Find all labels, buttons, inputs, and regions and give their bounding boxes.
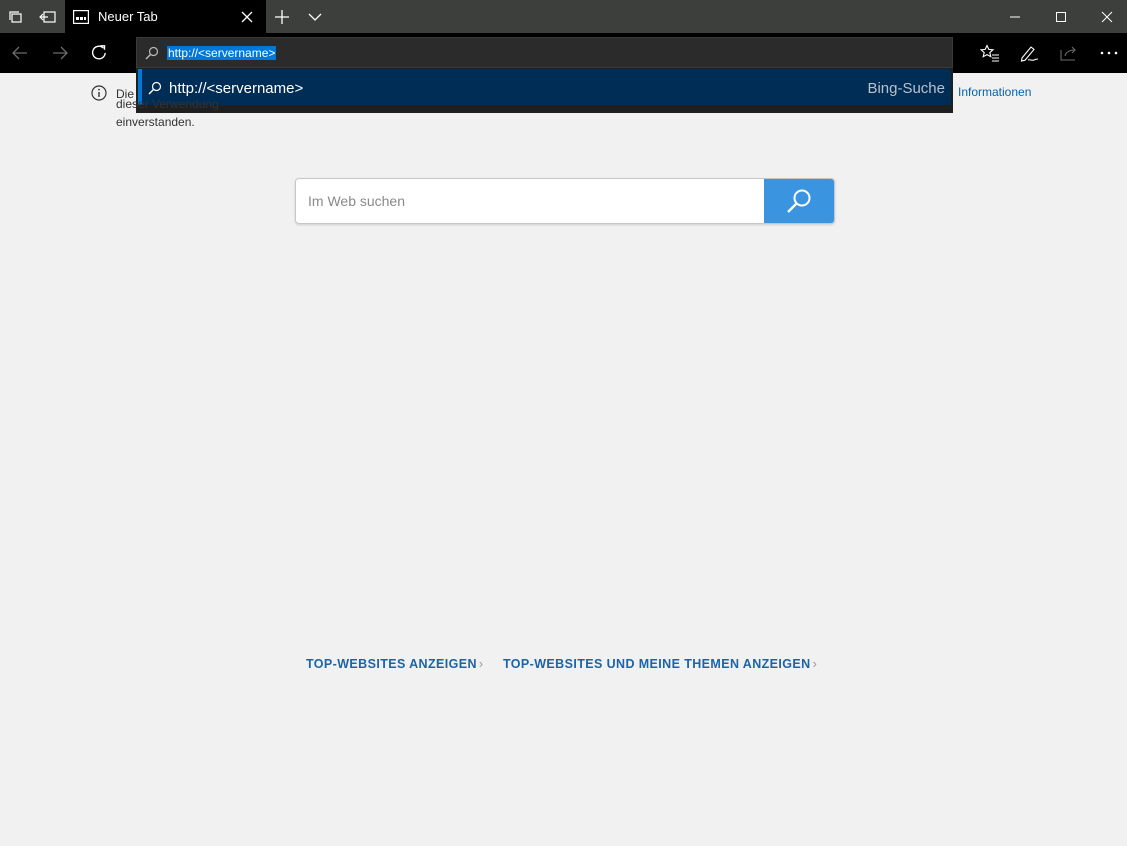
chevron-right-icon: ›: [812, 657, 818, 671]
maximize-button[interactable]: [1038, 0, 1084, 33]
maximize-icon: [1056, 11, 1066, 22]
tab-title: Neuer Tab: [98, 9, 158, 24]
refresh-button[interactable]: [80, 33, 118, 73]
minimize-button[interactable]: [992, 0, 1038, 33]
refresh-icon: [91, 45, 106, 60]
address-input-value[interactable]: http://<servername>: [167, 46, 277, 60]
set-aside-icon: [39, 10, 56, 23]
close-tab-icon[interactable]: [240, 10, 254, 24]
tab-sets-icon: [9, 10, 22, 23]
tab-sets-button[interactable]: [0, 0, 32, 33]
close-icon: [1101, 11, 1113, 22]
pen-icon: [1020, 46, 1039, 62]
suggestion-source: Bing-Suche: [867, 80, 945, 97]
search-icon: [145, 46, 159, 60]
tab-new[interactable]: Neuer Tab: [65, 0, 266, 34]
share-icon: [1060, 46, 1076, 61]
show-top-sites-label: TOP-WEBSITES ANZEIGEN: [306, 657, 477, 671]
set-tabs-aside-button[interactable]: [32, 0, 64, 33]
address-bar[interactable]: http://<servername>: [136, 37, 953, 68]
chevron-down-icon[interactable]: [305, 9, 325, 25]
more-button[interactable]: [1089, 33, 1127, 73]
notice-text-line2: dieser Verwendung einverstanden.: [116, 97, 219, 129]
close-window-button[interactable]: [1084, 0, 1127, 33]
web-search-button[interactable]: [764, 179, 834, 223]
web-search-box: [295, 178, 835, 224]
show-top-sites-topics-link[interactable]: TOP-WEBSITES UND MEINE THEMEN ANZEIGEN ›: [503, 657, 817, 671]
forward-button[interactable]: [41, 33, 79, 73]
show-top-sites-topics-label: TOP-WEBSITES UND MEINE THEMEN ANZEIGEN: [503, 657, 811, 671]
back-button[interactable]: [1, 33, 39, 73]
show-top-sites-link[interactable]: TOP-WEBSITES ANZEIGEN ›: [306, 657, 484, 671]
web-notes-button[interactable]: [1009, 33, 1049, 73]
new-tab-icon[interactable]: [272, 8, 292, 26]
favorites-button[interactable]: [970, 33, 1010, 73]
more-icon: [1100, 51, 1118, 55]
minimize-icon: [1010, 16, 1020, 17]
web-search-input[interactable]: [296, 179, 764, 223]
chevron-right-icon: ›: [478, 657, 484, 671]
search-icon: [787, 189, 811, 213]
favorites-star-icon: [980, 44, 999, 62]
title-bar: Neuer Tab: [0, 0, 1127, 34]
info-icon: [91, 85, 107, 101]
privacy-notice: Die dieser Verwendung einverstanden.: [116, 85, 276, 131]
new-tab-page-icon: [73, 10, 89, 24]
share-button[interactable]: [1049, 33, 1089, 73]
forward-arrow-icon: [53, 46, 68, 60]
back-arrow-icon: [12, 46, 27, 60]
more-info-link[interactable]: Informationen: [958, 85, 1031, 99]
